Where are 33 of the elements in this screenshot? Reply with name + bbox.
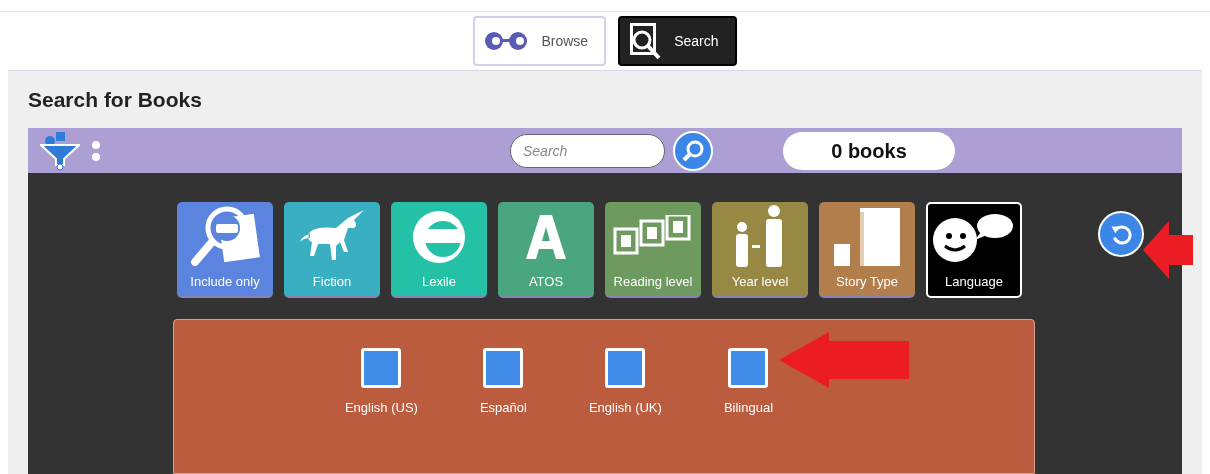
language-label: English (UK) <box>588 399 662 417</box>
funnel-icon[interactable] <box>40 130 80 171</box>
page-title: Search for Books <box>28 87 203 113</box>
arrow-icon <box>1143 221 1193 279</box>
letter-a-icon <box>526 214 566 259</box>
books-icon <box>832 205 902 268</box>
language-label: Bilingual <box>723 399 774 417</box>
arrow-icon <box>779 332 909 388</box>
checkbox[interactable] <box>483 348 524 388</box>
result-count: 0 books <box>783 131 955 170</box>
tab[interactable]: Search <box>618 16 737 66</box>
book-search-icon <box>628 21 663 61</box>
checkbox[interactable] <box>605 348 646 388</box>
filter-tile[interactable]: Lexile <box>391 202 487 298</box>
language-label: English (US) <box>344 399 418 417</box>
search-icon <box>681 138 705 163</box>
filter-tile[interactable]: Fiction <box>284 202 380 298</box>
glasses-icon <box>483 30 530 52</box>
more-options-icon[interactable] <box>92 139 100 162</box>
language-label: Español <box>479 399 527 417</box>
reset-icon <box>1110 223 1132 245</box>
filter-tile[interactable]: Year level <box>712 202 808 298</box>
checkbox[interactable] <box>728 348 769 388</box>
filter-tile[interactable]: Include only <box>177 202 273 298</box>
filter-tile[interactable]: Language <box>926 202 1022 298</box>
reset-button[interactable] <box>1098 211 1144 257</box>
tab[interactable]: Browse <box>473 16 607 66</box>
filter-tile[interactable]: Story Type <box>819 202 915 298</box>
checkbox[interactable] <box>361 348 402 388</box>
filter-tile[interactable]: ATOS <box>498 202 594 298</box>
filter-tile[interactable]: Reading level <box>605 202 701 298</box>
search-field[interactable]: Search <box>510 133 665 168</box>
search-button[interactable] <box>673 130 713 171</box>
